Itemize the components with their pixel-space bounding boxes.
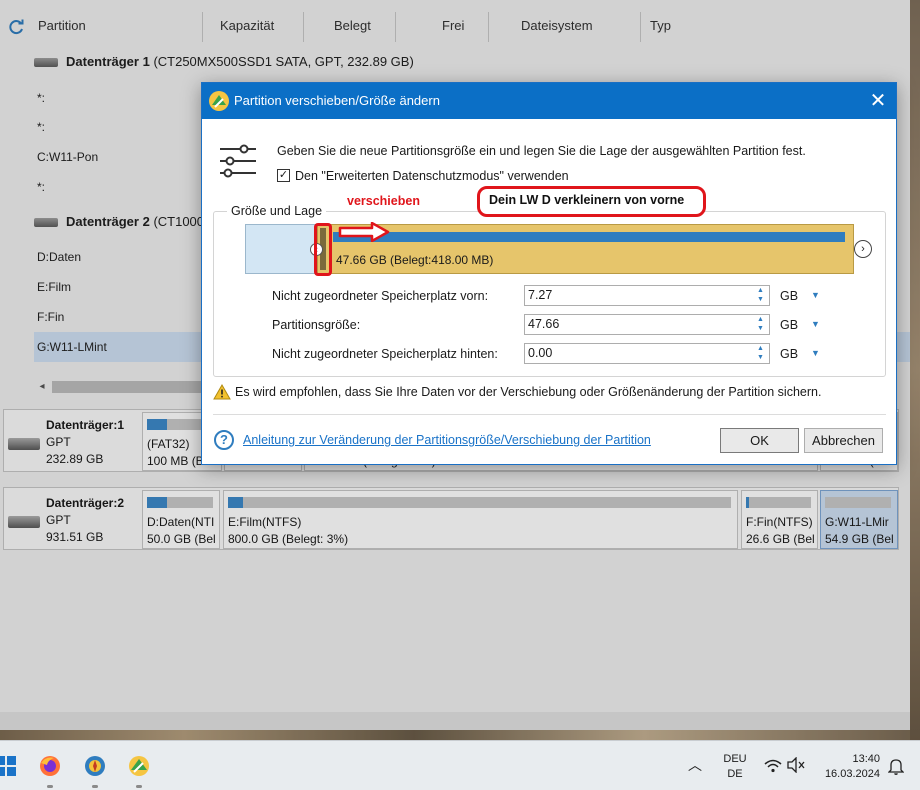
- privacy-mode-label[interactable]: Den "Erweiterten Datenschutzmodus" verwe…: [295, 169, 569, 183]
- resize-move-dialog: Partition verschieben/Größe ändern ✕ Geb…: [201, 82, 897, 465]
- annotation-move-label: verschieben: [347, 194, 420, 208]
- unallocated-space-front: [245, 224, 317, 274]
- unit-dropdown-icon[interactable]: ▼: [811, 319, 820, 329]
- annotation-arrow-icon: [338, 222, 390, 242]
- partition-size-spinner[interactable]: ▲ ▼: [753, 315, 768, 334]
- used-space-bar: [333, 232, 845, 242]
- running-indicator: [92, 785, 98, 788]
- annotation-highlight-box: [314, 223, 332, 276]
- dialog-titlebar[interactable]: Partition verschieben/Größe ändern ✕: [202, 83, 896, 119]
- spin-down-icon: ▼: [757, 325, 764, 332]
- unit-dropdown-icon[interactable]: ▼: [811, 290, 820, 300]
- unallocated-after-label: Nicht zugeordneter Speicherplatz hinten:: [272, 347, 498, 361]
- unit-label: GB: [780, 347, 799, 361]
- language-indicator[interactable]: DEU DE: [722, 752, 748, 782]
- tray-expand-icon[interactable]: ︿: [688, 755, 702, 775]
- unallocated-after-input[interactable]: 0.00: [524, 343, 770, 364]
- spin-down-icon: ▼: [757, 354, 764, 361]
- sliders-icon: [220, 144, 256, 178]
- unallocated-after-spinner[interactable]: ▲ ▼: [753, 344, 768, 363]
- unit-label: GB: [780, 318, 799, 332]
- clock[interactable]: 13:40 16.03.2024: [818, 752, 880, 782]
- app-logo-icon: [209, 91, 229, 111]
- running-indicator: [47, 785, 53, 788]
- spin-up-icon: ▲: [757, 316, 764, 323]
- speaker-muted-icon[interactable]: [787, 757, 805, 773]
- help-link[interactable]: Anleitung zur Veränderung der Partitions…: [243, 433, 651, 447]
- divider: [213, 414, 886, 415]
- start-icon[interactable]: [0, 754, 18, 778]
- spin-down-icon: ▼: [757, 296, 764, 303]
- annotation-title-text: Dein LW D verkleinern von vorne: [489, 193, 685, 207]
- unallocated-before-input[interactable]: 7.27: [524, 285, 770, 306]
- unit-dropdown-icon[interactable]: ▼: [811, 348, 820, 358]
- cancel-button[interactable]: Abbrechen: [804, 428, 883, 453]
- partition-size-text: 47.66 GB (Belegt:418.00 MB): [336, 253, 494, 267]
- help-icon[interactable]: ?: [214, 430, 234, 450]
- taskbar: ︿ DEU DE 13:40 16.03.2024: [0, 740, 920, 790]
- resize-right-handle-icon[interactable]: ›: [854, 240, 872, 258]
- unallocated-before-label: Nicht zugeordneter Speicherplatz vorn:: [272, 289, 489, 303]
- close-icon[interactable]: ✕: [864, 87, 892, 115]
- unit-label: GB: [780, 289, 799, 303]
- dialog-title: Partition verschieben/Größe ändern: [234, 93, 440, 108]
- spin-up-icon: ▲: [757, 345, 764, 352]
- notification-bell-icon[interactable]: [888, 757, 904, 775]
- partition-block[interactable]: 47.66 GB (Belegt:418.00 MB): [317, 224, 854, 274]
- size-position-legend: Größe und Lage: [227, 204, 327, 218]
- warning-icon: [213, 384, 231, 400]
- firefox-icon[interactable]: [38, 754, 62, 778]
- ok-button[interactable]: OK: [720, 428, 799, 453]
- wifi-icon[interactable]: [764, 759, 782, 773]
- backup-warning-text: Es wird empfohlen, dass Sie Ihre Daten v…: [235, 385, 822, 399]
- unallocated-before-spinner[interactable]: ▲ ▼: [753, 286, 768, 305]
- running-indicator: [136, 785, 142, 788]
- spin-up-icon: ▲: [757, 287, 764, 294]
- compass-app-icon[interactable]: [83, 754, 107, 778]
- partition-tool-icon[interactable]: [127, 754, 151, 778]
- partition-size-label: Partitionsgröße:: [272, 318, 361, 332]
- intro-text: Geben Sie die neue Partitionsgröße ein u…: [277, 144, 806, 158]
- partition-layout-bar[interactable]: 47.66 GB (Belegt:418.00 MB) ‹ ›: [245, 224, 872, 274]
- privacy-mode-checkbox[interactable]: ✓: [277, 169, 290, 182]
- partition-size-input[interactable]: 47.66: [524, 314, 770, 335]
